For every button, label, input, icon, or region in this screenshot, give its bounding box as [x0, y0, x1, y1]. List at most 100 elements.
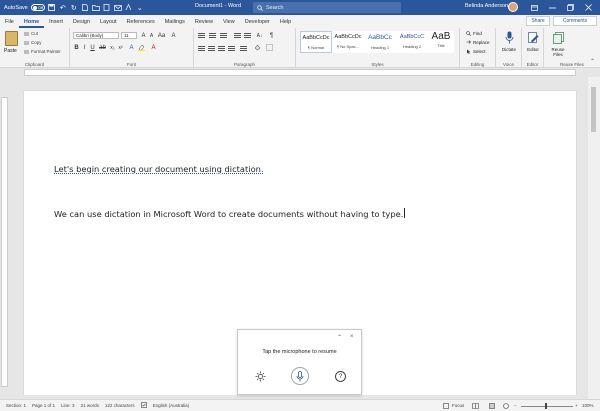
zoom-slider-thumb[interactable]: [545, 403, 547, 409]
clear-formatting-icon[interactable]: A: [170, 32, 177, 39]
email-icon[interactable]: [114, 4, 122, 12]
strikethrough-icon[interactable]: ab: [99, 44, 106, 51]
style-heading-2[interactable]: AaBbCcC Heading 2: [396, 31, 428, 53]
print-layout-icon[interactable]: [489, 403, 495, 410]
line-spacing-icon[interactable]: [240, 45, 247, 51]
grow-font-icon[interactable]: A: [140, 32, 147, 39]
tab-insert[interactable]: Insert: [44, 19, 68, 28]
avatar[interactable]: [508, 2, 518, 12]
help-icon[interactable]: ?: [335, 371, 346, 382]
highlight-icon[interactable]: [138, 44, 145, 51]
read-mode-icon[interactable]: [472, 403, 479, 410]
collapse-ribbon-icon[interactable]: ⌃: [590, 58, 595, 65]
multilevel-list-icon[interactable]: [220, 32, 227, 38]
zoom-slider[interactable]: [521, 406, 573, 407]
document-line[interactable]: We can use dictation in Microsoft Word t…: [54, 208, 406, 219]
paste-icon[interactable]: [5, 31, 18, 46]
web-layout-icon[interactable]: [503, 403, 509, 410]
restore-icon[interactable]: [561, 0, 579, 15]
superscript-icon[interactable]: x²: [117, 44, 124, 51]
zoom-in-icon[interactable]: +: [575, 403, 578, 408]
gear-icon[interactable]: [255, 371, 266, 382]
paste-button[interactable]: Paste: [4, 48, 17, 54]
bold-icon[interactable]: B: [73, 44, 80, 51]
bullets-icon[interactable]: [198, 32, 205, 38]
borders-icon[interactable]: [266, 44, 273, 51]
copy-button[interactable]: Copy: [24, 40, 42, 45]
focus-icon[interactable]: [443, 403, 449, 410]
status-language[interactable]: English (Australia): [153, 403, 190, 408]
comments-button[interactable]: Comments: [553, 16, 597, 26]
autosave-toggle[interactable]: Off: [30, 4, 45, 11]
minimize-icon[interactable]: [543, 0, 561, 15]
find-button[interactable]: Find: [466, 31, 482, 36]
font-color-icon[interactable]: A: [150, 44, 157, 51]
font-name-select[interactable]: Calibri (Body): [73, 32, 119, 39]
tab-developer[interactable]: Developer: [240, 19, 275, 28]
status-line[interactable]: Line: 3: [61, 403, 75, 408]
format-painter-button[interactable]: Format Painter: [24, 49, 61, 54]
ribbon-display-icon[interactable]: [525, 0, 543, 15]
numbering-icon[interactable]: [209, 32, 216, 38]
align-left-icon[interactable]: [198, 45, 205, 51]
style-normal[interactable]: AaBbCcDc ¶ Normal: [300, 31, 332, 53]
user-name[interactable]: Belinda Anderson: [465, 3, 508, 9]
microphone-button[interactable]: [291, 367, 309, 385]
cut-button[interactable]: Cut: [24, 31, 38, 36]
align-right-icon[interactable]: [218, 45, 225, 51]
tab-references[interactable]: References: [122, 19, 160, 28]
open-folder-icon[interactable]: [92, 4, 100, 12]
sort-icon[interactable]: A↓: [256, 32, 263, 39]
style-title[interactable]: AaB Title: [428, 31, 454, 53]
scrollbar-thumb[interactable]: [591, 87, 596, 132]
tab-design[interactable]: Design: [68, 19, 95, 28]
zoom-out-icon[interactable]: −: [514, 403, 517, 408]
text-effects-icon[interactable]: A: [128, 44, 135, 51]
tab-review[interactable]: Review: [190, 19, 218, 28]
tab-view[interactable]: View: [218, 19, 240, 28]
proofing-icon[interactable]: [140, 402, 147, 409]
status-word-count[interactable]: 21 words: [81, 403, 99, 408]
tab-layout[interactable]: Layout: [95, 19, 122, 28]
subscript-icon[interactable]: x₂: [109, 44, 116, 51]
spelling-icon[interactable]: [125, 4, 133, 12]
status-character-count[interactable]: 122 characters: [105, 403, 135, 408]
close-icon[interactable]: [579, 0, 597, 15]
replace-button[interactable]: Replace: [466, 40, 490, 45]
print-preview-icon[interactable]: [103, 4, 111, 12]
customize-toolbar-icon[interactable]: ⌄: [136, 4, 144, 12]
share-button[interactable]: Share: [526, 16, 550, 26]
status-page[interactable]: Page 1 of 1: [32, 403, 55, 408]
tab-mailings[interactable]: Mailings: [160, 19, 190, 28]
select-button[interactable]: Select: [466, 49, 486, 54]
tab-file[interactable]: File: [0, 19, 19, 28]
minimize-icon[interactable]: ⌃: [337, 334, 342, 341]
show-formatting-icon[interactable]: ¶: [268, 32, 275, 39]
editor-button[interactable]: Editor: [522, 31, 544, 52]
change-case-icon[interactable]: Aa: [158, 32, 165, 39]
decrease-indent-icon[interactable]: [234, 32, 241, 38]
style-heading-1[interactable]: AaBbCc Heading 1: [364, 31, 396, 53]
new-document-icon[interactable]: [81, 4, 89, 12]
justify-icon[interactable]: [228, 45, 235, 51]
status-section[interactable]: Section: 1: [6, 403, 26, 408]
shrink-font-icon[interactable]: A: [148, 32, 155, 39]
shading-icon[interactable]: [254, 44, 261, 51]
status-focus[interactable]: Focus: [452, 403, 464, 408]
close-icon[interactable]: ×: [350, 334, 354, 340]
undo-icon[interactable]: ↶: [59, 4, 67, 12]
font-size-select[interactable]: 11: [121, 32, 137, 39]
underline-icon[interactable]: U: [89, 44, 96, 51]
align-center-icon[interactable]: [208, 45, 215, 51]
reuse-files-button[interactable]: Reuse Files: [548, 31, 568, 57]
tab-home[interactable]: Home: [18, 19, 45, 28]
style-no-spacing[interactable]: AaBbCcDc ¶ No Spac...: [332, 31, 364, 53]
search-box[interactable]: Search: [253, 2, 401, 13]
zoom-level[interactable]: 100%: [582, 403, 594, 408]
save-icon[interactable]: [48, 4, 56, 12]
tab-help[interactable]: Help: [275, 19, 296, 28]
document-line[interactable]: Let's begin creating our document using …: [54, 164, 264, 174]
dictate-button[interactable]: Dictate: [498, 31, 520, 52]
vertical-scrollbar[interactable]: [588, 77, 600, 399]
redo-icon[interactable]: ↻: [70, 4, 78, 12]
